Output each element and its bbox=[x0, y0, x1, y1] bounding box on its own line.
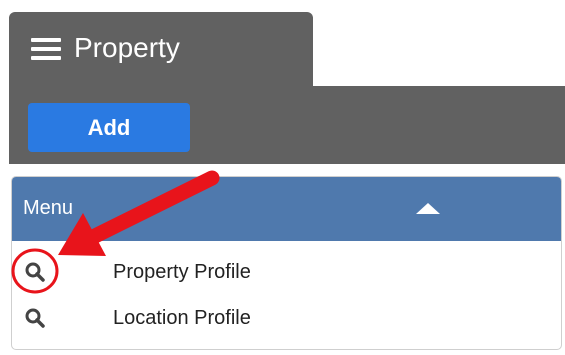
search-icon[interactable] bbox=[24, 261, 46, 283]
toolbar: Add bbox=[9, 86, 565, 164]
page-title: Property bbox=[74, 32, 180, 63]
hamburger-icon[interactable] bbox=[31, 38, 61, 60]
menu-item-label: Property Profile bbox=[113, 261, 251, 283]
menu-item-property-profile[interactable]: Property Profile bbox=[12, 253, 561, 293]
menu-item-location-profile[interactable]: Location Profile bbox=[12, 299, 561, 339]
title-tab: Property bbox=[9, 12, 313, 86]
add-button[interactable]: Add bbox=[28, 103, 190, 152]
menu-item-label: Location Profile bbox=[113, 307, 251, 329]
caret-up-icon[interactable] bbox=[416, 203, 440, 214]
menu-panel: Menu Property Profile Location Profile bbox=[11, 176, 562, 350]
menu-label: Menu bbox=[23, 197, 74, 219]
search-icon[interactable] bbox=[24, 307, 46, 329]
menu-header[interactable]: Menu bbox=[12, 177, 561, 241]
